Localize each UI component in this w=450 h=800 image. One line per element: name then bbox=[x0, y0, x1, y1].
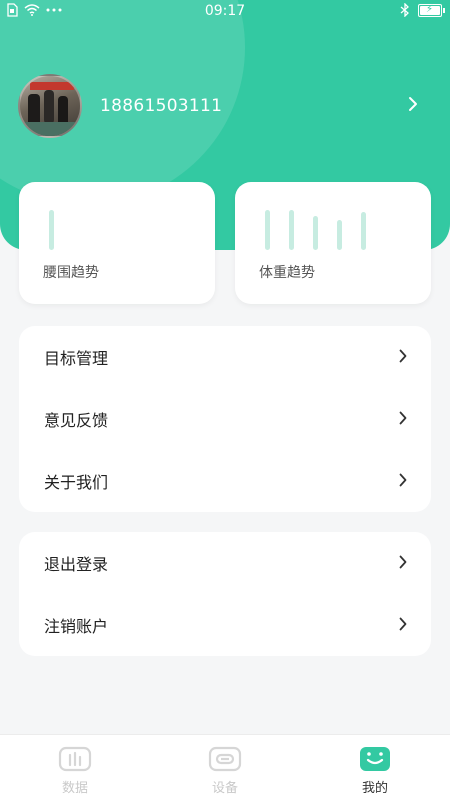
trend-bar bbox=[337, 220, 342, 250]
chevron-right-icon bbox=[399, 411, 407, 425]
trend-bar bbox=[289, 210, 294, 250]
tab-data[interactable]: 数据 bbox=[0, 735, 150, 800]
weight-trend-label: 体重趋势 bbox=[259, 265, 315, 281]
trend-bar bbox=[313, 216, 318, 250]
waist-trend-label: 腰围趋势 bbox=[43, 265, 99, 281]
menu-item-label: 目标管理 bbox=[44, 349, 109, 368]
profile-smile-icon bbox=[360, 747, 390, 771]
tab-label: 设备 bbox=[211, 781, 238, 796]
weight-trend-card[interactable]: 体重趋势 bbox=[235, 182, 431, 304]
menu-item-feedback[interactable]: 意见反馈 bbox=[19, 388, 431, 450]
bluetooth-icon bbox=[400, 3, 409, 17]
data-chart-icon bbox=[58, 746, 92, 772]
weight-trend-bars bbox=[265, 210, 395, 250]
battery-charging-icon: ⚡ bbox=[418, 3, 445, 17]
waist-trend-card[interactable]: 腰围趋势 bbox=[19, 182, 215, 304]
tab-label: 我的 bbox=[361, 781, 388, 796]
trend-bar bbox=[49, 210, 54, 250]
user-phone: 18861503111 bbox=[100, 96, 223, 116]
profile-row[interactable]: 18861503111 bbox=[18, 74, 418, 138]
waist-trend-bars bbox=[49, 210, 179, 250]
status-bar: 09:17 ⚡ bbox=[0, 0, 450, 24]
menu-item-label: 关于我们 bbox=[44, 473, 109, 492]
menu-item-label: 意见反馈 bbox=[44, 411, 109, 430]
bottom-tab-bar: 数据 设备 我的 bbox=[0, 734, 450, 800]
status-time: 09:17 bbox=[204, 3, 246, 19]
device-link-icon bbox=[208, 746, 242, 772]
menu-item-delete-account[interactable]: 注销账户 bbox=[19, 594, 431, 656]
chevron-right-icon bbox=[399, 617, 407, 631]
menu-item-logout[interactable]: 退出登录 bbox=[19, 532, 431, 594]
trend-bar bbox=[265, 210, 270, 250]
tab-mine[interactable]: 我的 bbox=[300, 735, 450, 800]
tab-device[interactable]: 设备 bbox=[150, 735, 300, 800]
chevron-right-icon bbox=[399, 555, 407, 569]
menu-card-account: 退出登录 注销账户 bbox=[19, 532, 431, 656]
chevron-right-icon bbox=[399, 349, 407, 363]
menu-card-main: 目标管理 意见反馈 关于我们 bbox=[19, 326, 431, 512]
menu-item-goal-management[interactable]: 目标管理 bbox=[19, 326, 431, 388]
tab-label: 数据 bbox=[61, 781, 88, 796]
avatar[interactable] bbox=[18, 74, 82, 138]
menu-item-label: 注销账户 bbox=[44, 617, 109, 636]
menu-item-about-us[interactable]: 关于我们 bbox=[19, 450, 431, 512]
chevron-right-icon[interactable] bbox=[408, 96, 418, 112]
menu-item-label: 退出登录 bbox=[44, 555, 109, 574]
chevron-right-icon bbox=[399, 473, 407, 487]
trend-bar bbox=[361, 212, 366, 250]
